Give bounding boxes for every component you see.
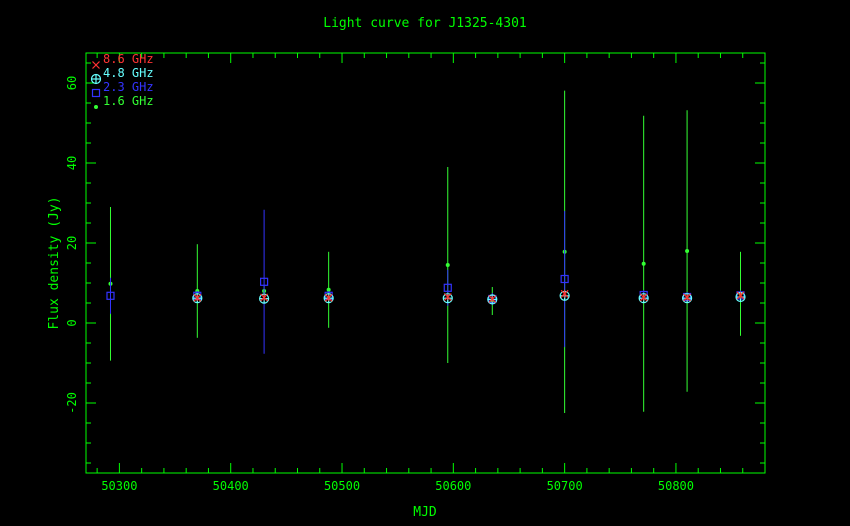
chart-title: Light curve for J1325-4301 [323,16,527,31]
y-tick-label: 40 [65,156,79,170]
series-1-6-ghz [108,90,743,413]
legend-label: 4.8 GHz [103,66,154,80]
point-marker [94,105,98,109]
x-tick-label: 50500 [324,479,360,493]
axis-ticks: 50300 50400 50500 50600 50700 50800 -20 0 20 40 60 [65,53,766,493]
legend-label: 1.6 GHz [103,94,154,108]
x-tick-label: 50700 [547,479,583,493]
point-marker [90,73,102,85]
y-tick-label: 0 [65,319,79,326]
x-tick-label: 50600 [435,479,471,493]
y-axis-label: Flux density (Jy) [47,196,62,329]
point-marker [685,249,690,253]
y-tick-label: 60 [65,76,79,90]
series-4-8-ghz [192,290,746,305]
y-tick-label: -20 [65,392,79,414]
point-marker [445,263,450,267]
x-tick-label: 50300 [101,479,137,493]
legend-label: 2.3 GHz [103,80,154,94]
series-8-6-ghz [193,289,745,303]
point-marker [641,261,646,266]
x-tick-label: 50400 [213,479,249,493]
x-axis-label: MJD [413,505,437,520]
point-marker [91,88,101,98]
legend: 8.6 GHz4.8 GHz2.3 GHz1.6 GHz [90,52,154,109]
y-tick-label: 20 [65,236,79,250]
data-layer [106,90,746,413]
light-curve-chart: Light curve for J1325-4301 50300 50400 505… [47,16,766,520]
plot-frame [85,52,766,474]
point-marker [92,61,100,69]
legend-label: 8.6 GHz [103,52,154,66]
series-2-3-ghz [106,209,745,354]
x-tick-label: 50800 [658,479,694,493]
